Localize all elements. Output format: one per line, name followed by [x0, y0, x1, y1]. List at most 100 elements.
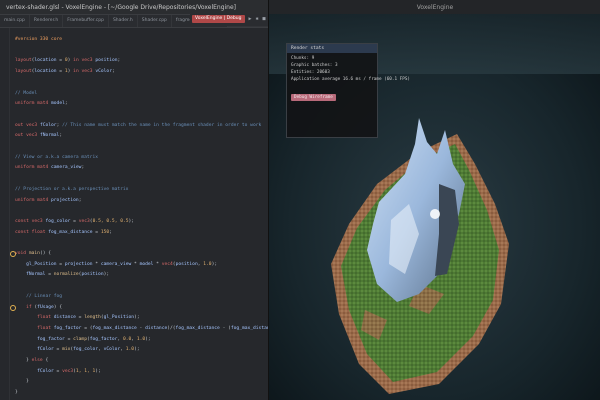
code-line[interactable]: float fog_factor = (fog_max_distance - d… [0, 325, 268, 333]
code-token: ; [117, 58, 121, 64]
code-token: uniform [15, 165, 35, 171]
code-line[interactable] [0, 239, 268, 247]
tab-shader-h[interactable]: Shader.h [109, 15, 138, 27]
code-line[interactable]: uniform mat4 model; [0, 100, 268, 108]
code-line[interactable]: // Model [0, 90, 268, 98]
code-token: else [31, 358, 43, 363]
code-line[interactable] [0, 282, 268, 290]
stop-icon[interactable]: ■ [261, 15, 268, 23]
code-token: fog_color [73, 347, 99, 353]
code-line[interactable]: const float fog_max_distance = 150; [0, 229, 268, 237]
code-line[interactable]: const vec3 fog_color = vec3(0.5, 0.5, 0.… [0, 218, 268, 226]
code-token: * [131, 261, 140, 267]
code-line[interactable]: // Linear fog [0, 293, 268, 301]
tab-main-cpp[interactable]: main.cpp [0, 15, 30, 27]
code-token: fog_factor [53, 325, 82, 331]
debug-wireframe-button[interactable]: Debug Wireframe [291, 94, 336, 101]
code-line[interactable] [0, 111, 268, 119]
code-token: ; [64, 101, 68, 107]
code-token: uniform [15, 101, 35, 107]
code-token: camera_view [51, 165, 82, 171]
code-line[interactable]: void main() { [0, 250, 268, 258]
code-token: projection [51, 197, 79, 203]
code-token: ); [95, 368, 101, 374]
code-token: fog_color [45, 218, 71, 224]
code-editor-window: vertex-shader.glsl - VoxelEngine - [~/Go… [0, 0, 268, 400]
code-line[interactable]: } else { [0, 357, 268, 365]
code-token: #version 330 core [15, 37, 63, 42]
code-line-text: if (fUsage) { [15, 304, 62, 312]
code-token: fog_max_distance [175, 325, 220, 331]
code-token: float [37, 315, 51, 321]
code-line-text: const float fog_max_distance = 150; [15, 229, 112, 237]
code-line-text: } [15, 378, 29, 386]
code-line[interactable]: out vec3 fNormal; [0, 132, 268, 140]
code-line[interactable] [0, 207, 268, 215]
code-token: void [15, 251, 27, 256]
code-token: = ( [81, 325, 93, 331]
code-token: () { [39, 251, 52, 256]
code-line[interactable] [0, 47, 268, 55]
code-token: model [139, 261, 154, 267]
code-token: ); [134, 315, 140, 321]
code-line[interactable]: fNormal = normalize(position); [0, 271, 268, 279]
code-line-text: float fog_factor = (fog_max_distance - d… [15, 325, 268, 333]
code-line[interactable]: fColor = mix(fog_color, vColor, 1.0); [0, 346, 268, 354]
code-line[interactable]: out vec3 fColor; // This name must match… [0, 122, 268, 130]
code-token: fog_max_distance [230, 325, 268, 331]
code-token: location [34, 69, 57, 75]
code-token: layout [15, 69, 32, 75]
code-line[interactable]: fColor = vec3(1, 1, 1); [0, 368, 268, 376]
code-line[interactable]: gl_Position = projection * camera_view *… [0, 261, 268, 269]
render-window-title: VoxelEngine [416, 3, 454, 11]
tab-shader-cpp[interactable]: Shader.cpp [138, 15, 172, 27]
code-line[interactable] [0, 79, 268, 87]
code-line-text: fColor = vec3(1, 1, 1); [15, 368, 101, 376]
code-line[interactable]: // View or a.k.a camera matrix [0, 154, 268, 162]
code-line[interactable]: if (fUsage) { [0, 304, 268, 312]
run-configuration-selector[interactable]: VoxelEngine | Debug [192, 15, 245, 23]
code-token: = [53, 347, 63, 353]
tab-renderer-h[interactable]: Renderer.h [30, 15, 64, 27]
breakpoint-marker-icon[interactable] [10, 251, 16, 257]
play-icon[interactable]: ▶ [247, 15, 254, 23]
breakpoint-marker-icon[interactable] [10, 304, 16, 311]
code-line[interactable]: layout(location = 1) in vec3 vColor; [0, 68, 268, 76]
code-line[interactable]: // Projection or a.k.a perspective matri… [0, 186, 268, 194]
code-token: fNormal [26, 272, 46, 278]
code-line[interactable]: #version 330 core [0, 36, 268, 44]
debug-icon[interactable]: ✱ [254, 15, 261, 23]
code-line[interactable]: layout(location = 0) in vec3 position; [0, 57, 268, 65]
code-token: uniform [15, 197, 35, 203]
code-token: = [64, 336, 74, 342]
code-line-text: uniform mat4 projection; [15, 197, 81, 205]
code-token: = [70, 218, 79, 224]
code-token: main [28, 251, 40, 256]
stat-frame-time: Application average 16.6 ms / frame (60.… [291, 77, 410, 82]
render-stats-title[interactable]: Render stats [287, 44, 377, 53]
code-line[interactable] [0, 143, 268, 151]
code-line-text: // Model [15, 90, 37, 98]
run-toolbar: VoxelEngine | Debug ▶ ✱ ■ ⌕ [190, 14, 275, 26]
code-line[interactable]: uniform mat4 camera_view; [0, 164, 268, 172]
code-token: fColor [37, 368, 54, 374]
code-line[interactable] [0, 175, 268, 183]
code-line[interactable]: float distance = length(gl_Position); [0, 314, 268, 322]
render-stats-panel[interactable]: Render stats Chunks: 9 Graphic batches: … [286, 43, 410, 138]
code-line-text: float distance = length(gl_Position); [15, 314, 140, 322]
code-line[interactable]: uniform mat4 projection; [0, 197, 268, 205]
code-line-text: out vec3 fNormal; [15, 132, 62, 140]
tab-framebuffer-cpp[interactable]: Framebuffer.cpp [63, 15, 109, 27]
code-line-text: gl_Position = projection * camera_view *… [15, 261, 217, 269]
code-line-text: uniform mat4 camera_view; [15, 164, 84, 172]
code-area[interactable]: #version 330 core layout(location = 0) in… [0, 28, 268, 400]
code-line[interactable]: } [0, 378, 268, 386]
code-token: ); [128, 218, 135, 224]
code-line[interactable]: } [0, 389, 268, 397]
code-token: fog_max_distance [92, 325, 137, 331]
code-token: distance [53, 315, 76, 321]
code-line[interactable]: fog_factor = clamp(fog_factor, 0.0, 1.0)… [0, 336, 268, 344]
code-token: vColor [95, 69, 112, 75]
